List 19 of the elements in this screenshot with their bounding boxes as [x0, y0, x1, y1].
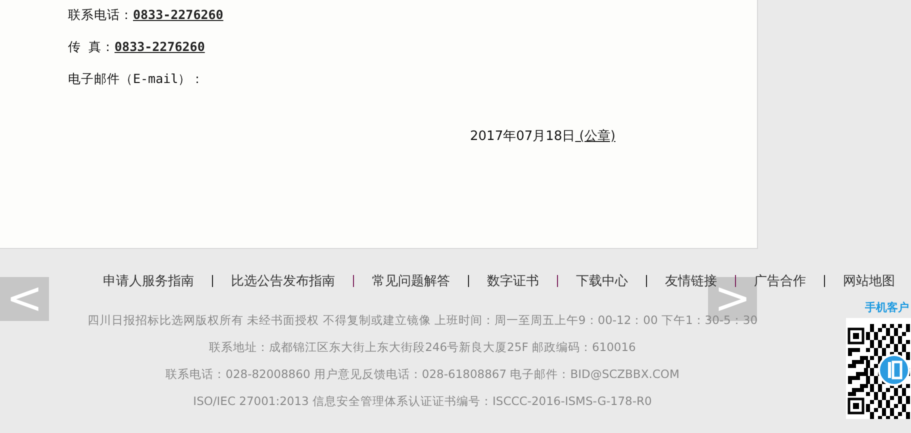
footer-nav-link[interactable]: 申请人服务指南 — [103, 272, 194, 290]
footer-text: 联系电话：028-82008860 用户意见反馈电话：028-61808867 电子邮件：BID@SCZBBX.COM — [164, 366, 680, 383]
footer-nav-link[interactable]: 下载中心 — [576, 272, 628, 290]
footer-nav-link[interactable]: 数字证书 — [487, 272, 539, 290]
footer-text: 联系地址：成都锦江区东大街上东大街段246号新良大厦25F 邮政编码：610016 — [208, 339, 637, 356]
contact-link[interactable]: 0833-2276260 — [133, 7, 224, 22]
footer-nav-link[interactable]: 网站地图 — [843, 272, 895, 290]
qr-code-icon — [846, 318, 911, 419]
footer-text: ISO/IEC 27001:2013 信息安全管理体系认证证书编号：ISCCC-2016-ISMS-G-178-R0 — [192, 393, 653, 410]
contact-label: 联系电话： — [68, 7, 133, 22]
footer-nav-link[interactable]: 广告合作 — [754, 272, 806, 290]
contact-link[interactable]: 0833-2276260 — [114, 39, 205, 54]
date-text: 2017年07月18日 — [470, 129, 576, 144]
app-download-label: 手机客户 — [865, 300, 909, 315]
footer-nav-link[interactable]: 比选公告发布指南 — [231, 272, 335, 290]
footer-nav-link[interactable]: 常见问题解答 — [372, 272, 450, 290]
contact-label: 电子邮件（E-mail）： — [68, 71, 204, 86]
stamp-link[interactable]: (公章) — [575, 129, 616, 144]
contact-label: 传 真： — [68, 39, 115, 54]
